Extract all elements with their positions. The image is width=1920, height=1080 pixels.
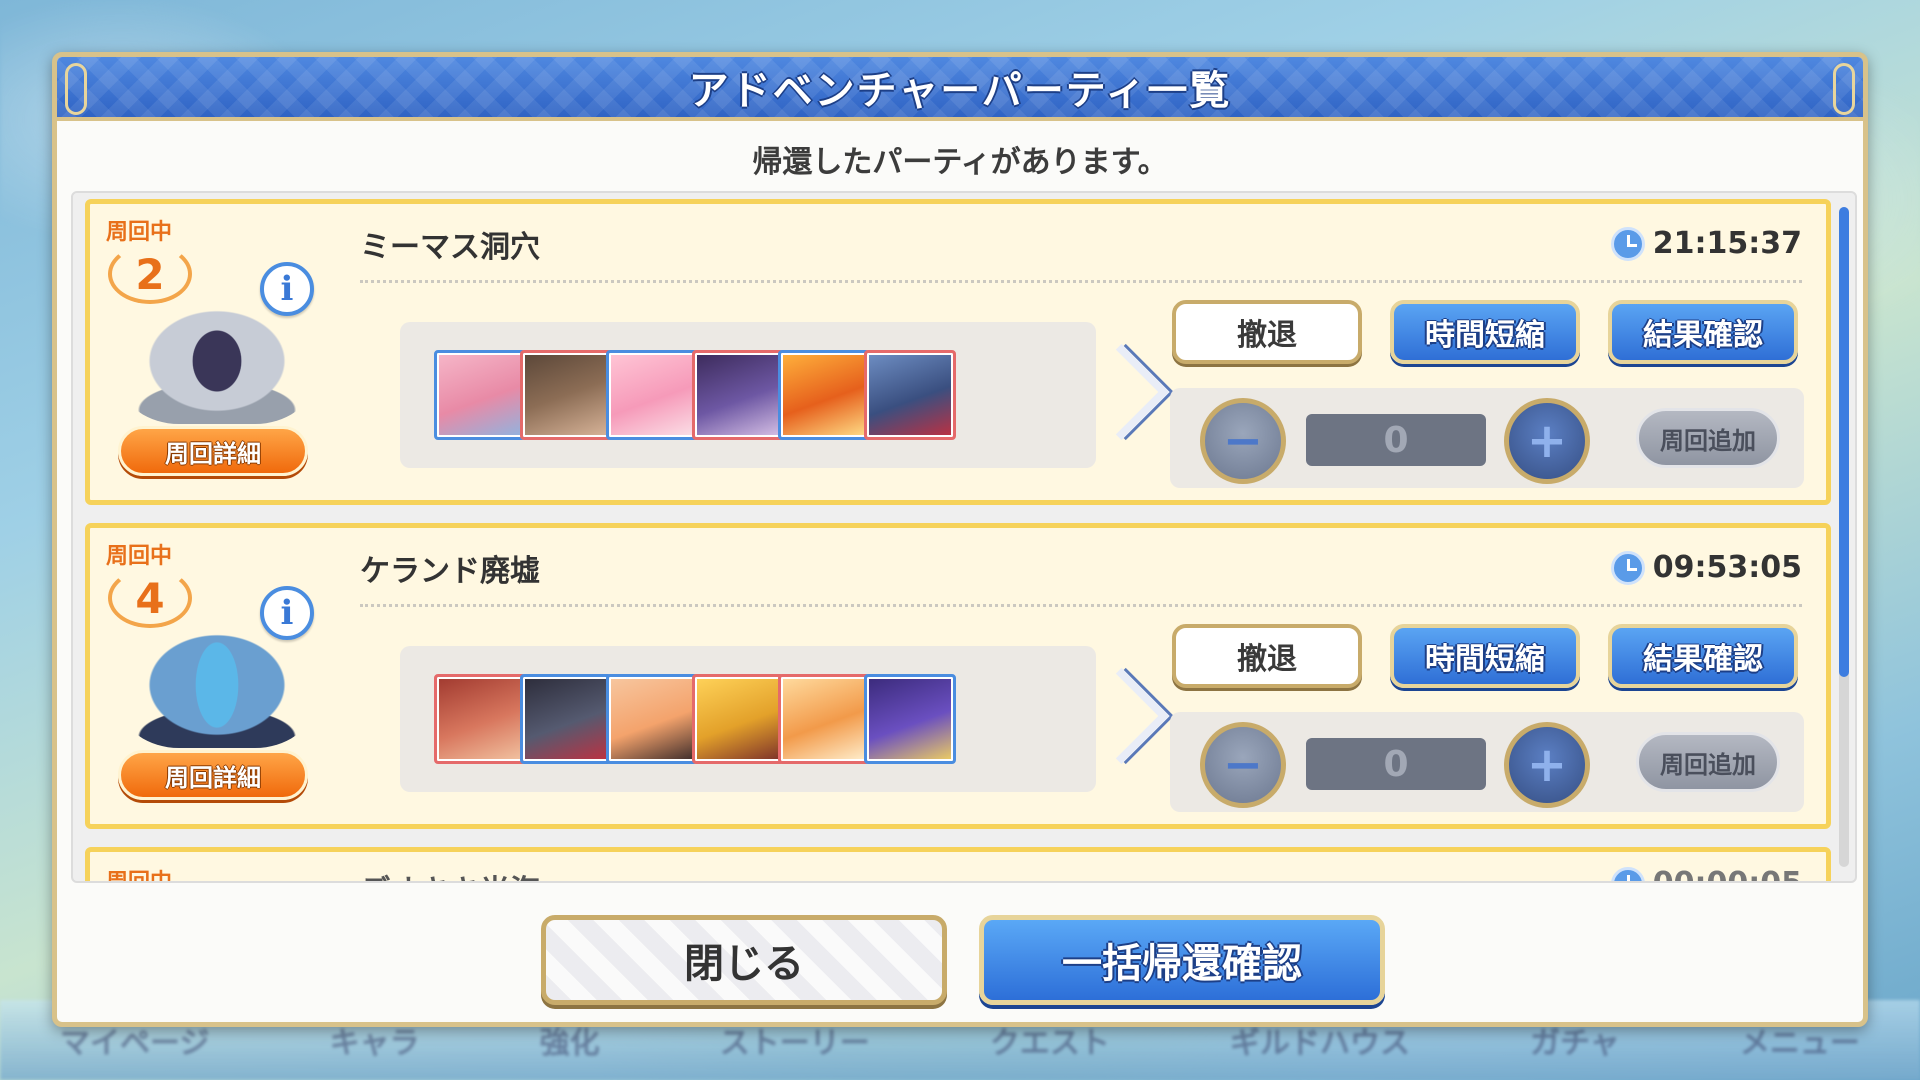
lap-status-label: 周回中 bbox=[106, 870, 173, 883]
dialog-title: アドベンチャーパーティ一覧 bbox=[688, 68, 1232, 114]
character-portrait[interactable] bbox=[864, 350, 956, 440]
lap-add-stepper: − 0 + 周回追加 bbox=[1170, 712, 1804, 812]
time-remaining: 00:00:05 bbox=[1610, 866, 1802, 881]
minus-button[interactable]: − bbox=[1200, 722, 1286, 808]
chevron-right-icon[interactable] bbox=[1096, 668, 1156, 768]
lap-status-label: 周回中 bbox=[106, 544, 173, 569]
time-shorten-button[interactable]: 時間短縮 bbox=[1390, 300, 1580, 364]
divider bbox=[360, 280, 1802, 283]
time-remaining-value: 21:15:37 bbox=[1652, 226, 1802, 261]
result-confirm-button[interactable]: 結果確認 bbox=[1608, 300, 1798, 364]
time-remaining: 21:15:37 bbox=[1610, 226, 1802, 261]
character-portrait[interactable] bbox=[434, 350, 526, 440]
time-shorten-button[interactable]: 時間短縮 bbox=[1390, 624, 1580, 688]
clock-icon bbox=[1610, 550, 1645, 585]
party-members bbox=[400, 322, 1096, 468]
lap-add-button[interactable]: 周回追加 bbox=[1636, 732, 1780, 792]
clock-icon bbox=[1610, 226, 1645, 261]
plus-button[interactable]: + bbox=[1504, 722, 1590, 808]
character-portrait[interactable] bbox=[434, 674, 526, 764]
lap-add-value: 0 bbox=[1306, 738, 1486, 790]
clock-icon bbox=[1610, 866, 1645, 881]
area-name: ミーマス洞穴 bbox=[360, 230, 540, 265]
dialog-subtitle: 帰還したパーティがあります。 bbox=[752, 145, 1168, 180]
character-portrait[interactable] bbox=[520, 350, 612, 440]
character-portrait[interactable] bbox=[606, 674, 698, 764]
scrollbar-thumb[interactable] bbox=[1839, 207, 1849, 677]
info-button[interactable]: i bbox=[260, 262, 314, 316]
adventure-party-dialog: アドベンチャーパーティ一覧 帰還したパーティがあります。 周回中 2 i 周回詳… bbox=[52, 52, 1868, 1027]
area-name: ケランド廃墟 bbox=[360, 554, 540, 589]
bulk-return-confirm-button[interactable]: 一括帰還確認 bbox=[979, 915, 1385, 1005]
retreat-button[interactable]: 撤退 bbox=[1172, 300, 1362, 364]
time-remaining-value: 00:00:05 bbox=[1653, 866, 1802, 881]
time-remaining-value: 09:53:05 bbox=[1652, 550, 1802, 585]
party-members bbox=[400, 646, 1096, 792]
lap-status-label: 周回中 bbox=[106, 220, 173, 245]
character-portrait[interactable] bbox=[520, 674, 612, 764]
plus-button[interactable]: + bbox=[1504, 398, 1590, 484]
party-card: 周回中 2 i 周回詳細 ミーマス洞穴 21:15:37 撤退 時間短縮 結果確… bbox=[85, 199, 1831, 505]
lap-add-stepper: − 0 + 周回追加 bbox=[1170, 388, 1804, 488]
lap-detail-button[interactable]: 周回詳細 bbox=[118, 426, 308, 476]
lap-detail-button[interactable]: 周回詳細 bbox=[118, 750, 308, 800]
character-portrait[interactable] bbox=[606, 350, 698, 440]
corner-ornament bbox=[65, 63, 87, 115]
character-portrait[interactable] bbox=[864, 674, 956, 764]
party-card: 周回中 4 i 周回詳細 ケランド廃墟 09:53:05 撤退 時間短縮 結果確… bbox=[85, 523, 1831, 829]
party-list[interactable]: 周回中 2 i 周回詳細 ミーマス洞穴 21:15:37 撤退 時間短縮 結果確… bbox=[71, 191, 1857, 883]
lap-add-button[interactable]: 周回追加 bbox=[1636, 408, 1780, 468]
party-card: 周回中 デオキキ光海 00:00:05 bbox=[85, 847, 1831, 883]
corner-ornament bbox=[1833, 63, 1855, 115]
retreat-button[interactable]: 撤退 bbox=[1172, 624, 1362, 688]
area-name: デオキキ光海 bbox=[360, 866, 540, 881]
lap-add-value: 0 bbox=[1306, 414, 1486, 466]
result-confirm-button[interactable]: 結果確認 bbox=[1608, 624, 1798, 688]
close-button[interactable]: 閉じる bbox=[541, 915, 947, 1005]
scrollbar[interactable] bbox=[1839, 207, 1849, 867]
minus-button[interactable]: − bbox=[1200, 398, 1286, 484]
character-portrait[interactable] bbox=[778, 350, 870, 440]
chevron-right-icon[interactable] bbox=[1096, 344, 1156, 444]
character-portrait[interactable] bbox=[692, 674, 784, 764]
character-portrait[interactable] bbox=[778, 674, 870, 764]
time-remaining: 09:53:05 bbox=[1610, 550, 1802, 585]
divider bbox=[360, 604, 1802, 607]
character-portrait[interactable] bbox=[692, 350, 784, 440]
dialog-header: アドベンチャーパーティ一覧 bbox=[57, 57, 1863, 121]
info-button[interactable]: i bbox=[260, 586, 314, 640]
